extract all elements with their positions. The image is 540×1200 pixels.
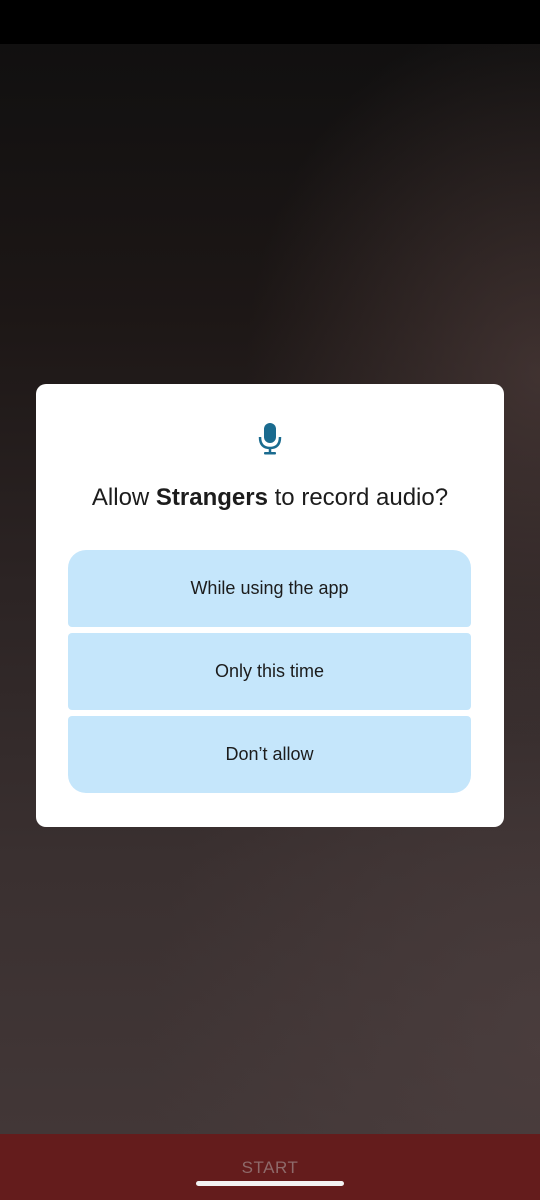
only-this-time-button[interactable]: Only this time bbox=[68, 633, 471, 710]
status-bar bbox=[0, 0, 540, 44]
app-name: Strangers bbox=[155, 484, 268, 511]
gesture-navigation-handle[interactable] bbox=[196, 1181, 344, 1186]
dialog-title: Allow Strangers to record audio? bbox=[36, 478, 504, 518]
screen: START Allow Strangers to record audio? W… bbox=[0, 0, 540, 1200]
while-using-app-button[interactable]: While using the app bbox=[68, 550, 471, 627]
title-prefix: Allow bbox=[91, 484, 156, 511]
microphone-icon bbox=[258, 422, 282, 456]
title-suffix: to record audio? bbox=[267, 484, 449, 511]
dont-allow-button[interactable]: Don’t allow bbox=[68, 716, 471, 793]
